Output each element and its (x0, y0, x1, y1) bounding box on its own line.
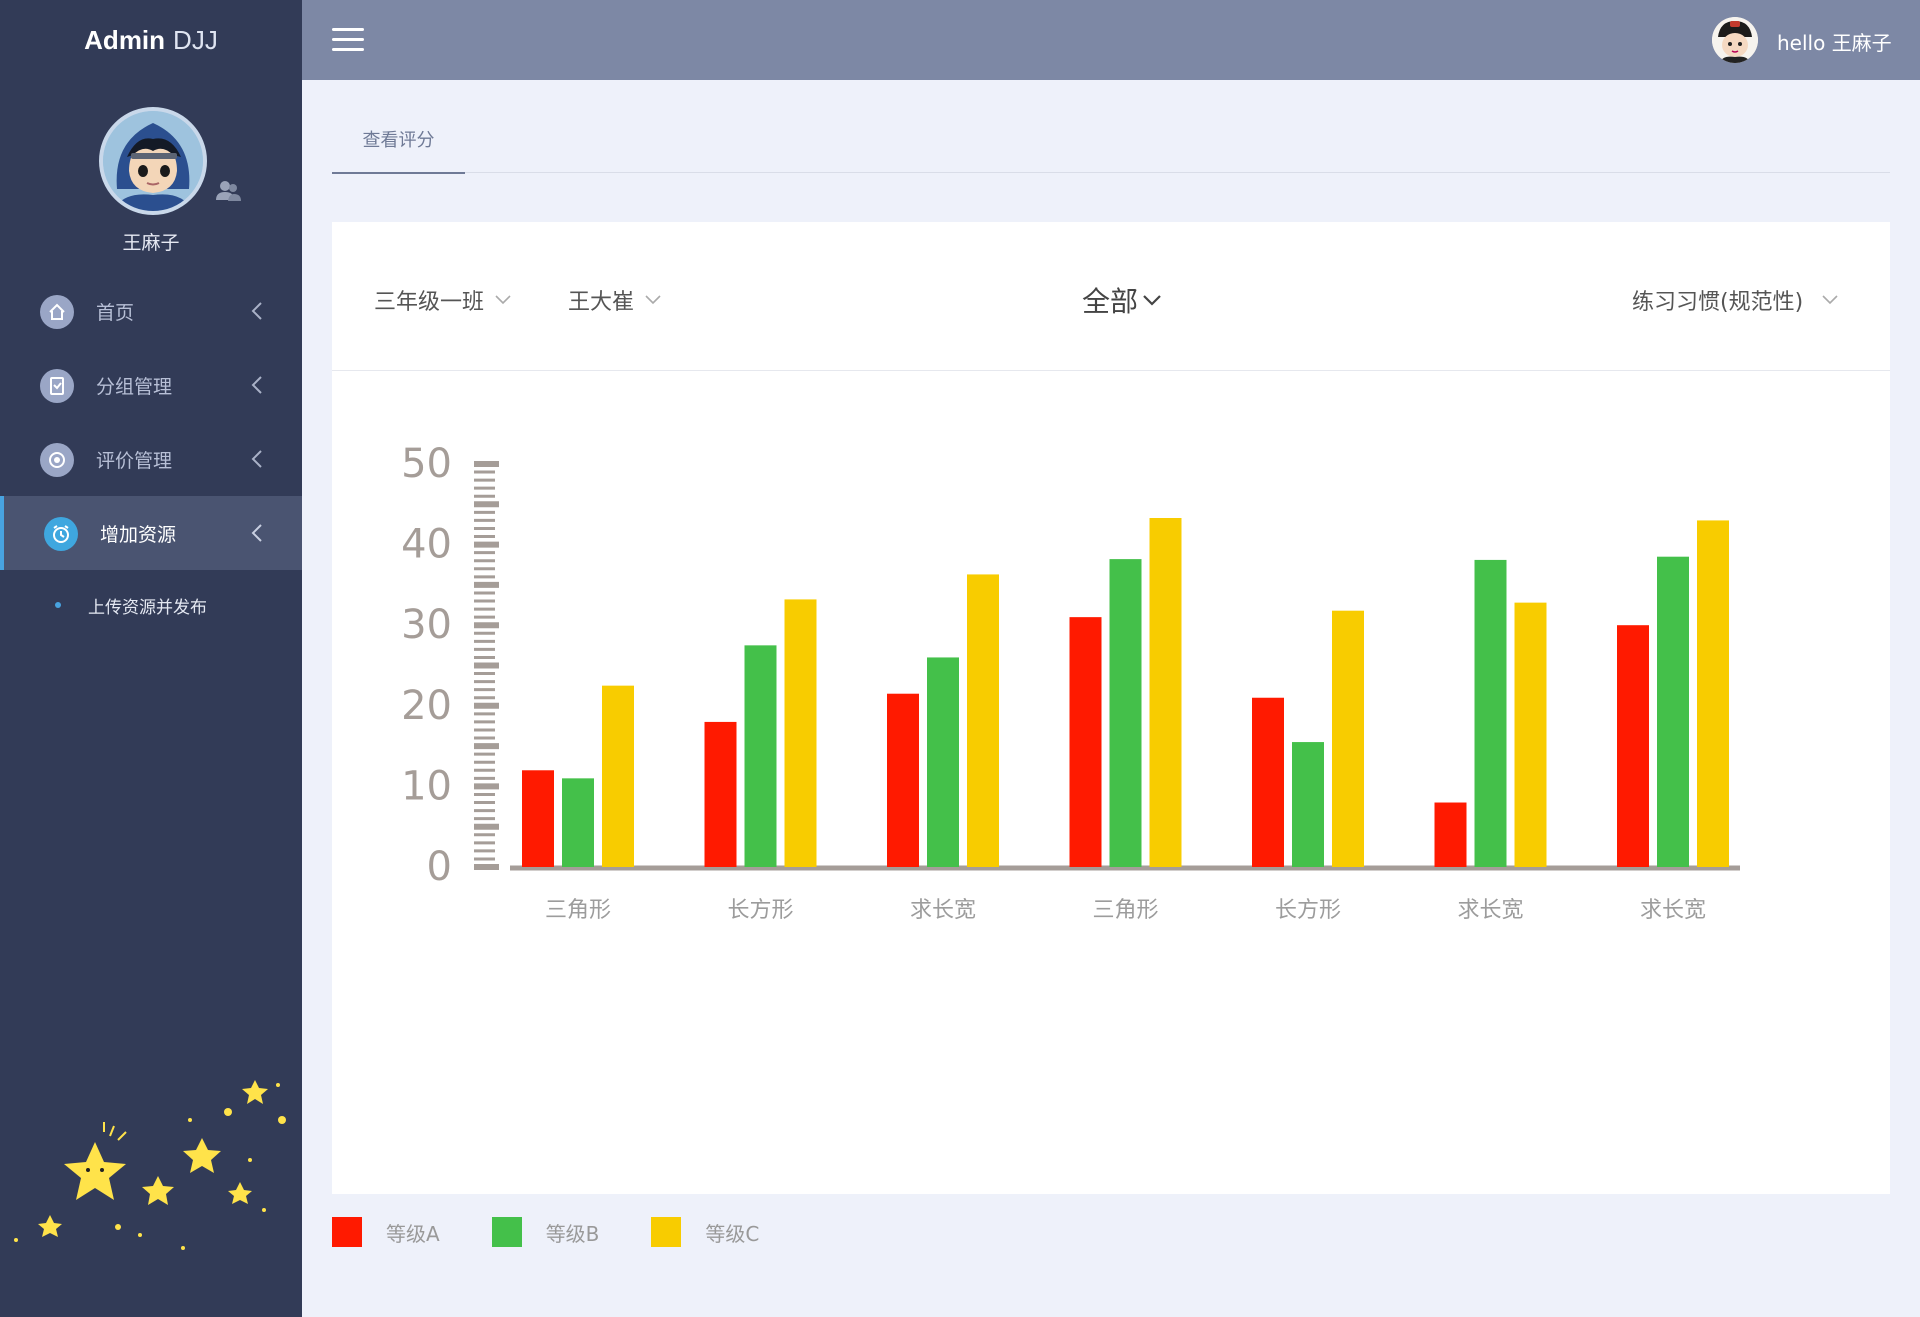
bar-grade-b (562, 778, 594, 867)
bar-grade-a (1252, 697, 1284, 867)
bar-grade-b (927, 657, 959, 867)
bar-grade-a (1434, 802, 1467, 867)
settings-icon (40, 443, 74, 477)
legend-label: 等级A (386, 1221, 440, 1246)
sidebar-item-label: 分组管理 (96, 375, 173, 398)
username: 王麻子 (122, 232, 180, 254)
submenu-upload-resource[interactable]: 上传资源并发布 (0, 585, 302, 625)
alarm-icon (44, 517, 78, 551)
score-card: 三年级一班 王大崔 全部 练习习惯(规范性) 0 10 20 30 40 50 三角形 长方形… (332, 222, 1890, 1194)
y-tick-label: 50 (401, 441, 452, 487)
chevron-down-icon (1143, 295, 1161, 306)
bar-grade-a (704, 721, 737, 867)
tab-bar: 查看评分 (332, 120, 1890, 174)
legend-swatch-grade-a (332, 1217, 362, 1247)
sidebar-item-add-resource[interactable]: 增加资源 (0, 496, 302, 570)
bullet-icon (55, 602, 61, 608)
chevron-left-icon (251, 376, 262, 394)
x-tick-label: 求长宽 (1457, 898, 1523, 923)
scope-select-value: 全部 (1082, 285, 1139, 318)
home-icon (40, 295, 74, 329)
legend-item-grade-c[interactable]: 等级C (651, 1217, 759, 1247)
sidebar-item-label: 增加资源 (100, 523, 177, 546)
bar-grade-b (1292, 742, 1324, 867)
chevron-left-icon (251, 524, 262, 542)
avatar[interactable] (99, 107, 207, 215)
chevron-left-icon (251, 450, 262, 468)
legend-label: 等级B (545, 1221, 600, 1246)
class-select[interactable]: 三年级一班 (374, 284, 512, 316)
chart-legend: 等级A 等级B 等级C (332, 1214, 811, 1250)
y-tick-label: 20 (401, 683, 452, 729)
topbar: hello 王麻子 (302, 0, 1920, 80)
bar-grade-c (1332, 610, 1364, 867)
x-tick-label: 长方形 (727, 898, 793, 923)
brand-bold: Admin (84, 24, 166, 55)
sidebar-item-groups[interactable]: 分组管理 (0, 348, 302, 422)
student-select-value: 王大崔 (568, 290, 635, 315)
bar-grade-c (1514, 602, 1547, 867)
bar-chart-svg: 0 10 20 30 40 50 三角形 长方形 求长宽 三角形 长方形 求长宽 求长宽 (401, 441, 1740, 923)
stars-decoration-icon (14, 1080, 286, 1250)
bar-grade-c (1149, 518, 1182, 867)
bar-chart: 0 10 20 30 40 50 三角形 长方形 求长宽 三角形 长方形 求长宽 求长宽 (332, 370, 1890, 1194)
y-tick-label: 40 (401, 522, 452, 568)
x-tick-label: 求长宽 (910, 898, 976, 923)
clipboard-icon (40, 369, 74, 403)
user-group-icon[interactable] (214, 176, 242, 204)
legend-item-grade-b[interactable]: 等级B (491, 1217, 600, 1247)
chevron-down-icon (495, 295, 511, 305)
user-greeting[interactable]: hello 王麻子 (1777, 27, 1892, 56)
scope-select[interactable]: 全部 (1082, 280, 1162, 320)
tab-view-scores[interactable]: 查看评分 (332, 120, 465, 174)
bar-grade-b (1474, 559, 1507, 867)
sidebar-item-evaluation[interactable]: 评价管理 (0, 422, 302, 496)
bar-grade-a (1617, 625, 1649, 867)
category-select[interactable]: 练习习惯(规范性) (1632, 284, 1839, 316)
x-tick-label: 三角形 (545, 898, 611, 923)
class-select-value: 三年级一班 (374, 290, 485, 315)
category-select-value: 练习习惯(规范性) (1632, 290, 1804, 315)
bar-grade-a (1069, 617, 1102, 867)
sidebar-menu: 首页 分组管理 评价管理 增加资源 (0, 274, 302, 570)
student-select[interactable]: 王大崔 (568, 284, 662, 316)
legend-swatch-grade-c (651, 1217, 682, 1247)
legend-swatch-grade-b (491, 1217, 522, 1247)
bar-grade-c (967, 574, 999, 867)
menu-toggle-icon[interactable] (332, 28, 364, 54)
x-tick-label: 三角形 (1092, 898, 1158, 923)
user-avatar[interactable] (1712, 17, 1758, 63)
legend-label: 等级C (705, 1221, 760, 1246)
filter-bar: 三年级一班 王大崔 全部 练习习惯(规范性) (332, 222, 1890, 371)
bar-grade-c (1697, 520, 1729, 867)
bar-grade-a (887, 693, 919, 867)
y-tick-label: 10 (401, 763, 452, 809)
x-tick-label: 求长宽 (1640, 898, 1706, 923)
x-tick-label: 长方形 (1275, 898, 1341, 923)
sidebar-item-label: 评价管理 (96, 449, 173, 472)
y-tick-label: 0 (427, 844, 452, 890)
sidebar: Admin DJJ 王麻子 首页 分组管理 评价管理 增加资源 上传资源并发布 (0, 0, 302, 1317)
legend-item-grade-a[interactable]: 等级A (332, 1217, 440, 1247)
y-tick-label: 30 (401, 602, 452, 648)
sidebar-item-label: 首页 (96, 301, 135, 324)
bar-grade-a (522, 770, 554, 867)
brand-rest: DJJ (173, 24, 218, 55)
brand-logo[interactable]: Admin DJJ (0, 0, 302, 80)
chevron-left-icon (251, 302, 262, 320)
bar-grade-c (602, 685, 634, 867)
bar-grade-b (744, 645, 777, 867)
bar-grade-b (1657, 556, 1689, 867)
submenu-label: 上传资源并发布 (88, 597, 207, 618)
sidebar-item-home[interactable]: 首页 (0, 274, 302, 348)
chevron-down-icon (1822, 295, 1838, 305)
bar-grade-b (1109, 559, 1142, 867)
chevron-down-icon (645, 295, 661, 305)
bar-grade-c (784, 599, 817, 867)
